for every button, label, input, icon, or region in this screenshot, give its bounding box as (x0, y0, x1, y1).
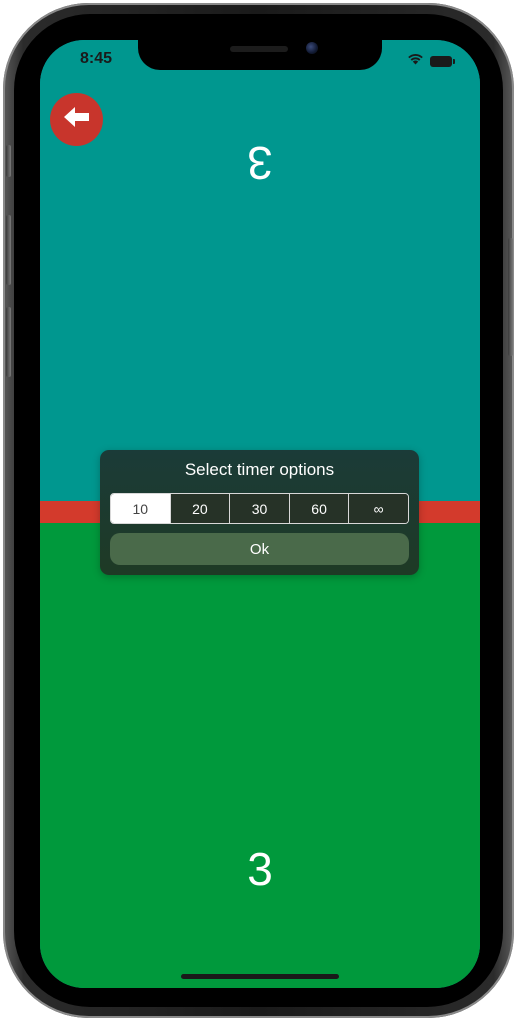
ok-button[interactable]: Ok (110, 533, 409, 565)
speaker-grille (230, 46, 288, 52)
app-screen: 8:45 3 3 Select timer options 10 20 30 6… (40, 40, 480, 988)
timer-option-60[interactable]: 60 (288, 494, 349, 523)
power-button (508, 238, 513, 356)
player-top-counter: 3 (247, 137, 273, 189)
battery-icon (430, 55, 455, 67)
timer-option-10[interactable]: 10 (111, 494, 170, 523)
silent-switch (6, 145, 11, 177)
status-icons (407, 52, 455, 70)
timer-options-dialog: Select timer options 10 20 30 60 ∞ Ok (100, 450, 419, 575)
timer-option-20[interactable]: 20 (169, 494, 230, 523)
timer-option-30[interactable]: 30 (229, 494, 289, 523)
volume-up-button (6, 215, 11, 285)
home-indicator[interactable] (181, 974, 339, 979)
player-bottom-area[interactable] (40, 523, 480, 988)
player-bottom-counter: 3 (247, 843, 273, 895)
status-time: 8:45 (80, 50, 113, 67)
timer-option-infinite[interactable]: ∞ (348, 494, 408, 523)
wifi-icon (407, 52, 424, 70)
volume-down-button (6, 307, 11, 377)
camera-icon (306, 42, 318, 54)
arrow-left-icon (62, 105, 92, 134)
dialog-title: Select timer options (184, 460, 335, 479)
notch (138, 40, 382, 70)
player-top-area[interactable] (40, 40, 480, 501)
timer-segmented-control: 10 20 30 60 ∞ (110, 493, 409, 524)
